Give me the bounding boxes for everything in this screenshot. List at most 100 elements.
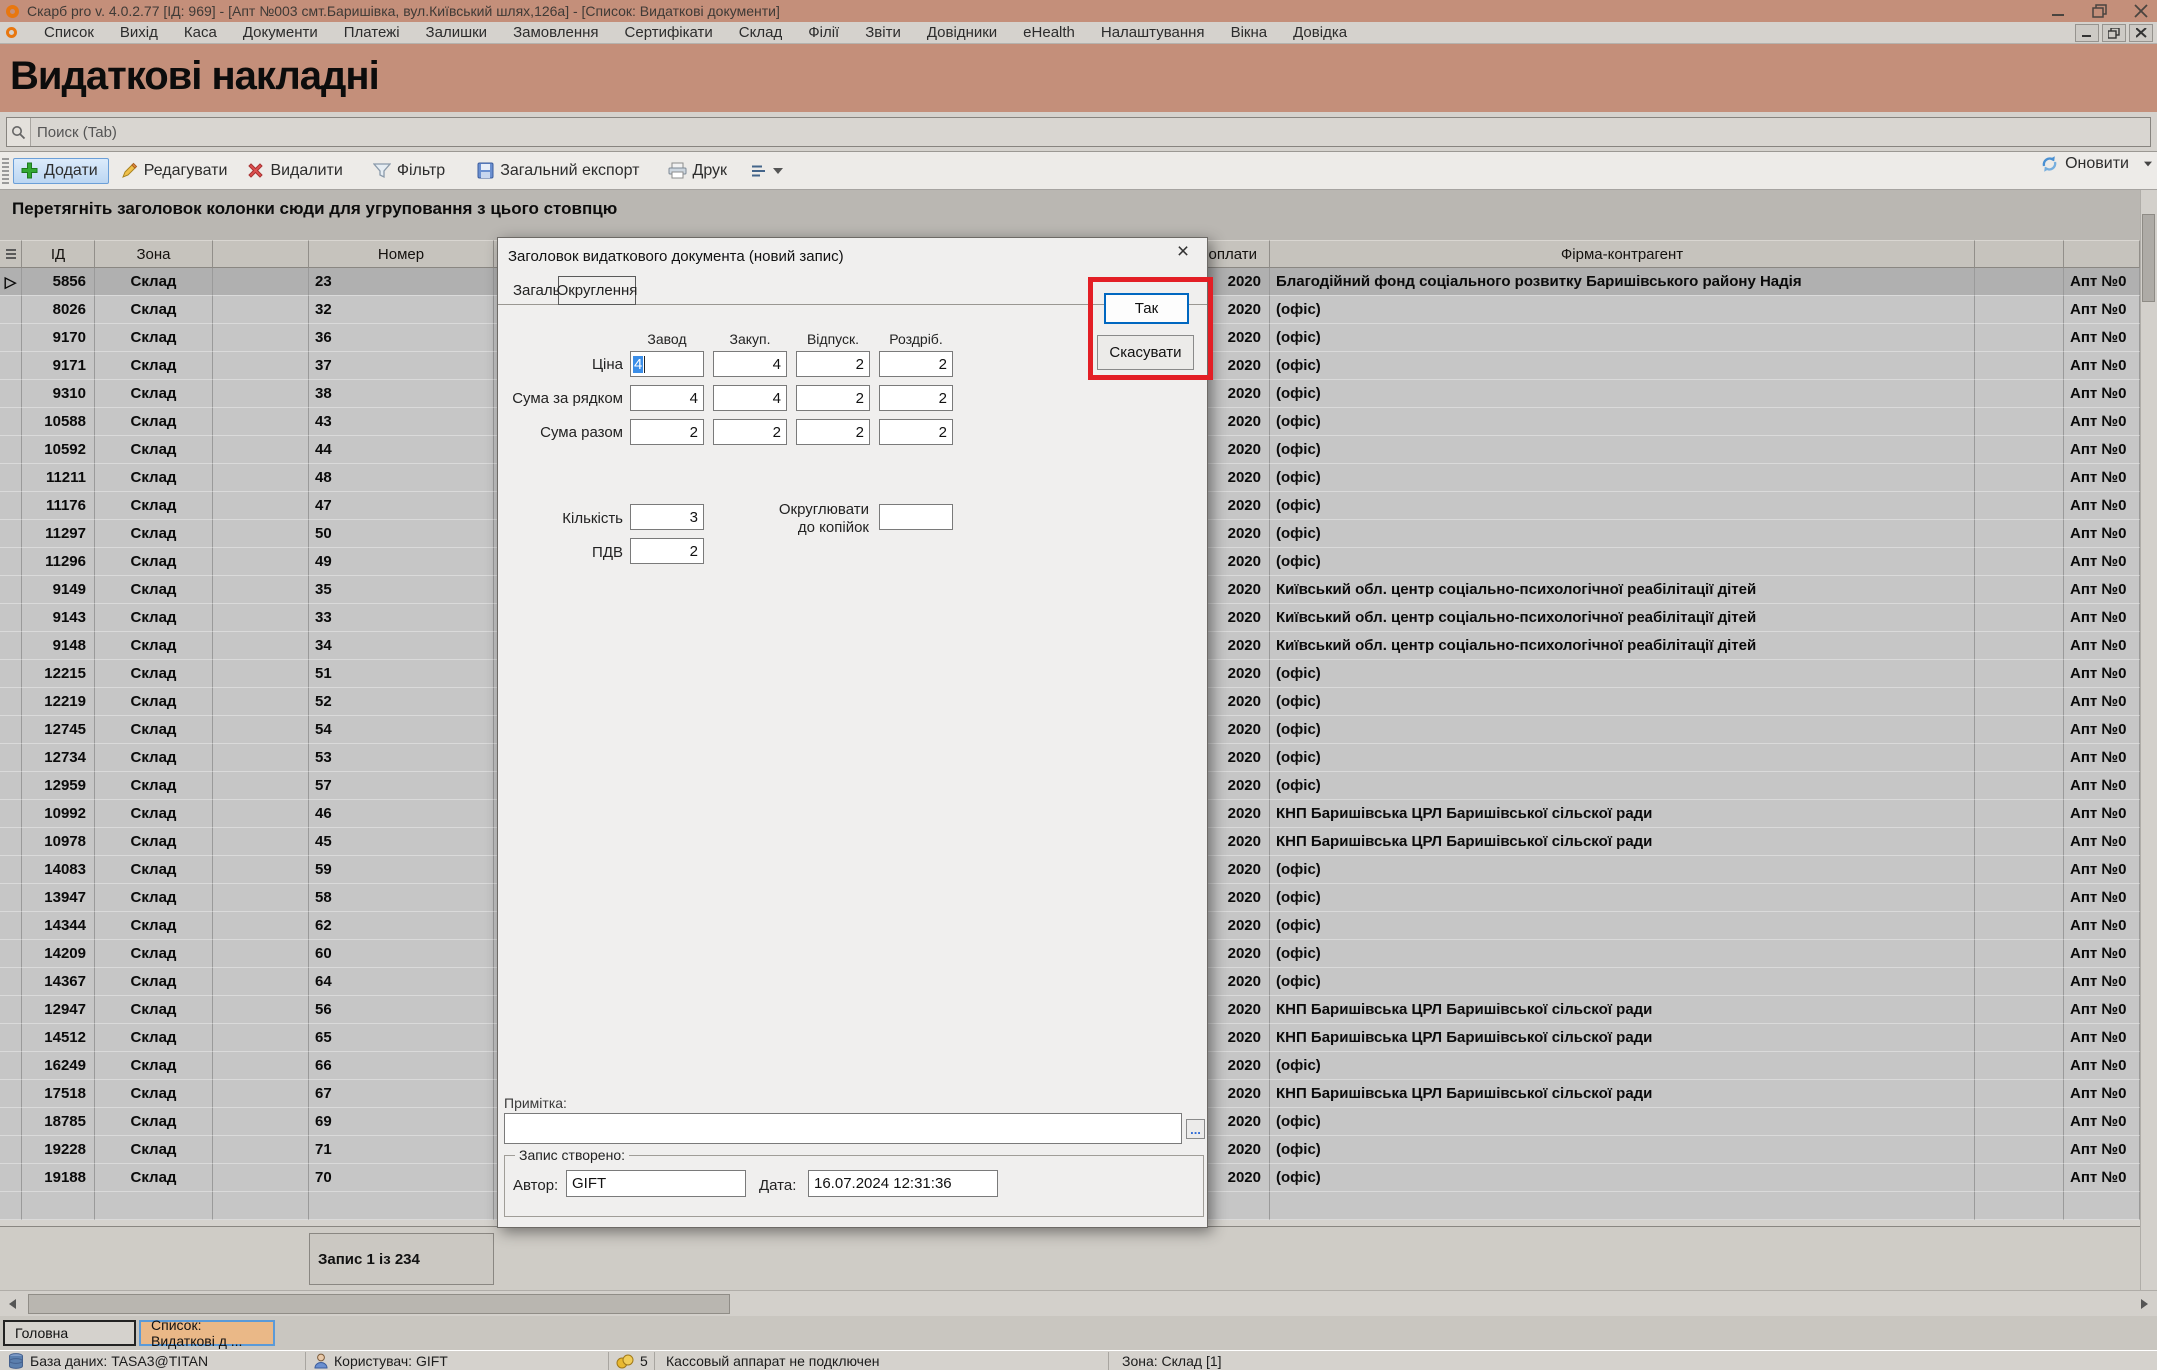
filter-button[interactable]: Фільтр (365, 158, 453, 184)
mdi-close-icon[interactable] (2129, 24, 2153, 42)
note-field[interactable] (504, 1113, 1182, 1144)
round-to-field[interactable] (879, 504, 953, 530)
menu-item-список[interactable]: Список (31, 24, 107, 41)
cell-number: 46 (309, 800, 494, 828)
cell-blank (213, 716, 309, 744)
cell-firm: Київський обл. центр соціально-психологі… (1270, 604, 1975, 632)
app-logo-icon (6, 5, 19, 18)
column-header-firm[interactable]: Фірма-контрагент (1270, 240, 1975, 268)
horizontal-scroll-thumb[interactable] (28, 1294, 730, 1314)
cell-blank (213, 996, 309, 1024)
add-button[interactable]: Додати (13, 158, 109, 184)
menu-item-довідники[interactable]: Довідники (914, 24, 1010, 41)
matrix-field[interactable]: 2 (879, 351, 953, 377)
row-marker (0, 660, 22, 688)
row-marker (0, 520, 22, 548)
row-marker (0, 968, 22, 996)
row-marker (0, 940, 22, 968)
column-header-zone[interactable]: Зона (95, 240, 213, 268)
matrix-field[interactable]: 2 (630, 419, 704, 445)
column-header-blank2[interactable] (1975, 240, 2064, 268)
column-header-number[interactable]: Номер (309, 240, 494, 268)
funnel-icon (373, 163, 391, 179)
cell-blank (213, 912, 309, 940)
matrix-field[interactable]: 4 (713, 351, 787, 377)
date-field[interactable]: 16.07.2024 12:31:36 (808, 1170, 998, 1197)
export-button[interactable]: Загальний експорт (469, 158, 647, 184)
menu-item-залишки[interactable]: Залишки (413, 24, 501, 41)
column-header-blank[interactable] (213, 240, 309, 268)
dialog-close-icon[interactable]: × (1170, 240, 1196, 264)
vertical-scroll-thumb[interactable] (2142, 214, 2155, 302)
minimize-icon[interactable] (2051, 4, 2066, 18)
list-options-button[interactable] (743, 160, 791, 182)
menu-bar: СписокВихідКасаДокументиПлатежіЗалишкиЗа… (0, 22, 2157, 44)
cell-apt: Апт №0 (2064, 968, 2140, 996)
row-marker (0, 996, 22, 1024)
cell-blank2 (1975, 744, 2064, 772)
chevron-down-icon[interactable] (2144, 162, 2152, 167)
floppy-export-icon (477, 162, 494, 179)
tab-list-documents[interactable]: Список: Видаткові д ... (139, 1320, 275, 1346)
row-marker (0, 1108, 22, 1136)
restore-icon[interactable] (2092, 4, 2108, 19)
column-header-apt[interactable] (2064, 240, 2140, 268)
cell-apt: Апт №0 (2064, 828, 2140, 856)
matrix-field[interactable]: 2 (713, 419, 787, 445)
menu-item-довідка[interactable]: Довідка (1280, 24, 1360, 41)
cell-firm: (офіс) (1270, 968, 1975, 996)
group-by-drop-zone[interactable]: Перетягніть заголовок колонки сюди для у… (0, 190, 2157, 240)
menu-item-склад[interactable]: Склад (726, 24, 795, 41)
cell-zone: Склад (95, 632, 213, 660)
matrix-field[interactable]: 4 (630, 385, 704, 411)
matrix-field[interactable]: 2 (879, 385, 953, 411)
menu-item-ehealth[interactable]: eHealth (1010, 24, 1088, 41)
scroll-left-button[interactable] (0, 1291, 24, 1316)
vat-field[interactable]: 2 (630, 538, 704, 564)
cell-zone: Склад (95, 1164, 213, 1192)
qty-field[interactable]: 3 (630, 504, 704, 530)
cell-apt: Апт №0 (2064, 576, 2140, 604)
search-input[interactable]: Поиск (Tab) (6, 117, 2151, 147)
print-button[interactable]: Друк (660, 158, 736, 184)
refresh-button[interactable]: Оновити (2040, 155, 2153, 173)
menu-item-вікна[interactable]: Вікна (1218, 24, 1281, 41)
cell-blank (213, 800, 309, 828)
delete-button[interactable]: Видалити (239, 158, 350, 184)
cell-zone: Склад (95, 968, 213, 996)
horizontal-scrollbar[interactable] (0, 1290, 2157, 1316)
matrix-field[interactable]: 4 (630, 351, 704, 377)
mdi-restore-icon[interactable] (2102, 24, 2126, 42)
edit-button[interactable]: Редагувати (113, 158, 236, 184)
cell-apt: Апт №0 (2064, 352, 2140, 380)
menu-item-документи[interactable]: Документи (230, 24, 331, 41)
menu-item-замовлення[interactable]: Замовлення (500, 24, 611, 41)
tab-home[interactable]: Головна (3, 1320, 136, 1346)
toolbar-grip[interactable] (2, 158, 9, 184)
column-header-id[interactable]: ІД (22, 240, 95, 268)
matrix-field[interactable]: 2 (879, 419, 953, 445)
cell-blank (213, 1192, 309, 1220)
app-logo-icon-small (6, 27, 17, 38)
menu-item-звіти[interactable]: Звіти (852, 24, 914, 41)
menu-item-сертифікати[interactable]: Сертифікати (612, 24, 726, 41)
close-icon[interactable] (2134, 4, 2149, 18)
cell-id: 13947 (22, 884, 95, 912)
cell-apt: Апт №0 (2064, 660, 2140, 688)
matrix-field[interactable]: 2 (796, 385, 870, 411)
scroll-right-button[interactable] (2133, 1291, 2157, 1316)
mdi-minimize-icon[interactable] (2075, 24, 2099, 42)
author-field[interactable]: GIFT (566, 1170, 746, 1197)
matrix-field[interactable]: 4 (713, 385, 787, 411)
menu-item-філії[interactable]: Філії (795, 24, 852, 41)
grid-corner-cell[interactable] (0, 240, 22, 268)
tab-rounding[interactable]: Округлення (558, 276, 636, 305)
vertical-scrollbar[interactable] (2140, 190, 2157, 1290)
menu-item-налаштування[interactable]: Налаштування (1088, 24, 1218, 41)
matrix-field[interactable]: 2 (796, 419, 870, 445)
note-ellipsis-button[interactable]: ... (1186, 1119, 1205, 1139)
matrix-field[interactable]: 2 (796, 351, 870, 377)
menu-item-платежі[interactable]: Платежі (331, 24, 413, 41)
menu-item-каса[interactable]: Каса (171, 24, 230, 41)
menu-item-вихід[interactable]: Вихід (107, 24, 171, 41)
